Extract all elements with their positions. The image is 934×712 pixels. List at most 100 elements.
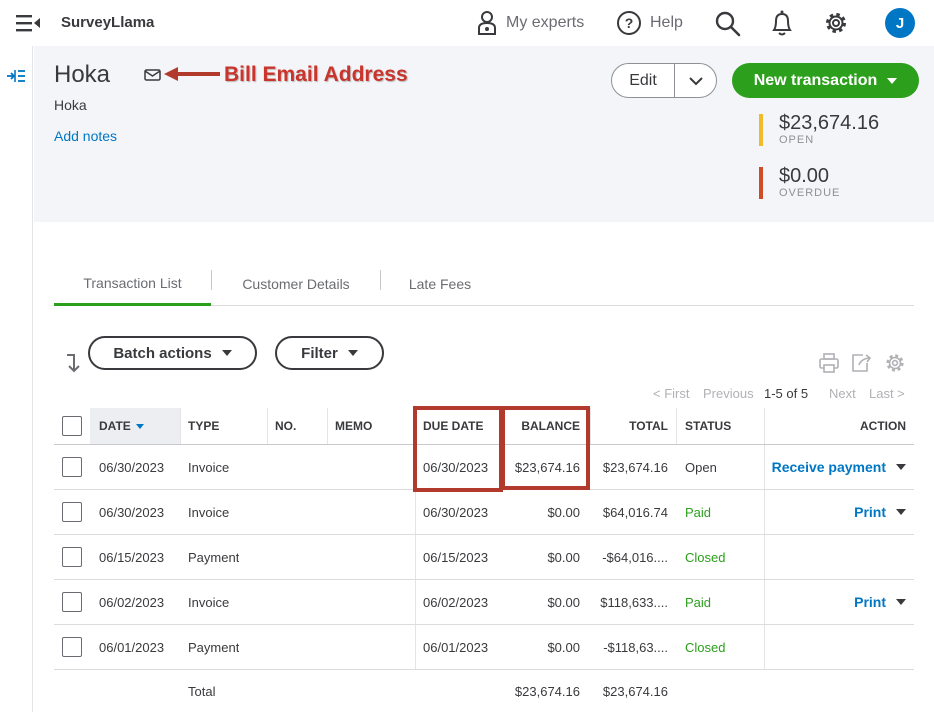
- print-link[interactable]: Print: [854, 504, 886, 520]
- sort-desc-icon: [135, 423, 144, 429]
- row-type: Invoice: [188, 504, 230, 520]
- help-link[interactable]: ? Help: [616, 9, 683, 37]
- add-notes-link[interactable]: Add notes: [54, 128, 117, 144]
- total-balance: $23,674.16: [514, 683, 580, 699]
- help-icon: ?: [617, 11, 641, 35]
- mail-icon[interactable]: [144, 68, 161, 82]
- print-link[interactable]: Print: [854, 594, 886, 610]
- row-date: 06/30/2023: [99, 459, 165, 475]
- pager-last[interactable]: Last >: [869, 386, 905, 401]
- new-transaction-button[interactable]: New transaction: [732, 63, 919, 98]
- row-checkbox[interactable]: [62, 457, 82, 477]
- row-select-cell: [62, 625, 82, 669]
- edit-button[interactable]: Edit: [612, 64, 675, 97]
- column-header-due-date[interactable]: DUE DATE: [423, 408, 483, 444]
- expand-rail-icon[interactable]: [6, 68, 26, 84]
- table-settings-icon[interactable]: [884, 352, 906, 374]
- tab-customer-details[interactable]: Customer Details: [222, 262, 370, 306]
- column-header-status[interactable]: STATUS: [685, 408, 731, 444]
- batch-actions-label: Batch actions: [113, 344, 212, 362]
- top-bar: SurveyLlama My experts ? Help J: [0, 0, 934, 46]
- tab-late-fees[interactable]: Late Fees: [390, 262, 490, 306]
- column-header-memo[interactable]: MEMO: [335, 408, 372, 444]
- pager-next[interactable]: Next: [829, 386, 856, 401]
- sort-arrow-icon[interactable]: [64, 352, 82, 374]
- column-divider: [415, 535, 416, 579]
- table-total-row: Total $23,674.16 $23,674.16: [54, 670, 914, 712]
- company-name: Hoka: [54, 97, 87, 113]
- row-checkbox[interactable]: [62, 592, 82, 612]
- table-row[interactable]: 06/30/2023 Invoice 06/30/2023 $0.00 $64,…: [54, 490, 914, 535]
- row-action-cell: Print: [764, 490, 906, 534]
- my-experts-label: My experts: [506, 14, 585, 31]
- row-date: 06/15/2023: [99, 549, 165, 565]
- row-balance: $0.00: [547, 639, 580, 655]
- chevron-down-icon: [688, 76, 703, 85]
- column-divider: [327, 408, 328, 444]
- row-checkbox[interactable]: [62, 547, 82, 567]
- receive-payment-link[interactable]: Receive payment: [772, 459, 886, 475]
- tab-bar: Transaction List Customer Details Late F…: [54, 262, 914, 306]
- row-due-date: 06/01/2023: [423, 639, 489, 655]
- row-date: 06/02/2023: [99, 594, 165, 610]
- action-caret-down-icon[interactable]: [896, 509, 906, 515]
- row-type: Payment: [188, 639, 240, 655]
- edit-split-button: Edit: [611, 63, 717, 98]
- column-divider: [415, 625, 416, 669]
- row-total: $64,016.74: [602, 504, 668, 520]
- batch-actions-button[interactable]: Batch actions: [88, 336, 257, 370]
- row-select-cell: [62, 580, 82, 624]
- table-row[interactable]: 06/15/2023 Payment 06/15/2023 $0.00 -$64…: [54, 535, 914, 580]
- customer-header: Hoka Bill Email Address Hoka Add notes E…: [34, 46, 934, 222]
- action-caret-down-icon[interactable]: [896, 599, 906, 605]
- row-total: -$64,016....: [602, 549, 668, 565]
- row-due-date: 06/30/2023: [423, 504, 489, 520]
- user-avatar[interactable]: J: [885, 8, 915, 38]
- row-checkbox[interactable]: [62, 637, 82, 657]
- overdue-indicator-bar: [759, 167, 763, 199]
- table-row[interactable]: 06/30/2023 Invoice 06/30/2023 $23,674.16…: [54, 445, 914, 490]
- new-transaction-label: New transaction: [753, 71, 878, 89]
- search-icon[interactable]: [714, 10, 742, 38]
- filter-label: Filter: [301, 344, 338, 362]
- filter-button[interactable]: Filter: [275, 336, 384, 370]
- row-balance: $0.00: [547, 504, 580, 520]
- menu-collapse-icon[interactable]: [14, 12, 42, 34]
- edit-dropdown-toggle[interactable]: [675, 64, 716, 97]
- select-all-cell: [62, 408, 82, 444]
- table-header-row: DATE TYPE NO. MEMO DUE DATE BALANCE TOTA…: [54, 408, 914, 445]
- column-divider: [676, 408, 677, 444]
- column-divider: [415, 445, 416, 489]
- row-total: -$118,63....: [603, 639, 668, 655]
- notification-bell-icon[interactable]: [770, 9, 794, 37]
- row-status: Open: [685, 459, 717, 475]
- row-action-cell: Receive payment: [764, 445, 906, 489]
- row-balance: $0.00: [547, 594, 580, 610]
- row-status: Closed: [685, 549, 726, 565]
- pager-previous[interactable]: Previous: [703, 386, 754, 401]
- action-caret-down-icon[interactable]: [896, 464, 906, 470]
- caret-down-icon: [221, 350, 232, 356]
- export-icon[interactable]: [850, 352, 872, 374]
- column-header-date[interactable]: DATE: [90, 408, 180, 444]
- row-type: Invoice: [188, 459, 230, 475]
- table-row[interactable]: 06/01/2023 Payment 06/01/2023 $0.00 -$11…: [54, 625, 914, 670]
- tab-transaction-list[interactable]: Transaction List: [54, 262, 211, 306]
- my-experts-link[interactable]: My experts: [476, 9, 584, 37]
- print-icon[interactable]: [818, 352, 840, 374]
- help-label: Help: [650, 14, 683, 31]
- open-indicator-bar: [759, 114, 763, 146]
- table-row[interactable]: 06/02/2023 Invoice 06/02/2023 $0.00 $118…: [54, 580, 914, 625]
- row-checkbox[interactable]: [62, 502, 82, 522]
- column-header-no[interactable]: NO.: [275, 408, 296, 444]
- column-header-balance[interactable]: BALANCE: [501, 408, 580, 444]
- column-divider: [415, 408, 416, 444]
- select-all-checkbox[interactable]: [62, 416, 82, 436]
- column-header-date-label: DATE: [99, 419, 131, 433]
- caret-down-icon: [347, 350, 358, 356]
- row-total: $23,674.16: [602, 459, 668, 475]
- pager-first[interactable]: < First: [653, 386, 689, 401]
- column-header-total[interactable]: TOTAL: [590, 408, 668, 444]
- gear-icon[interactable]: [823, 10, 849, 36]
- column-header-type[interactable]: TYPE: [188, 408, 219, 444]
